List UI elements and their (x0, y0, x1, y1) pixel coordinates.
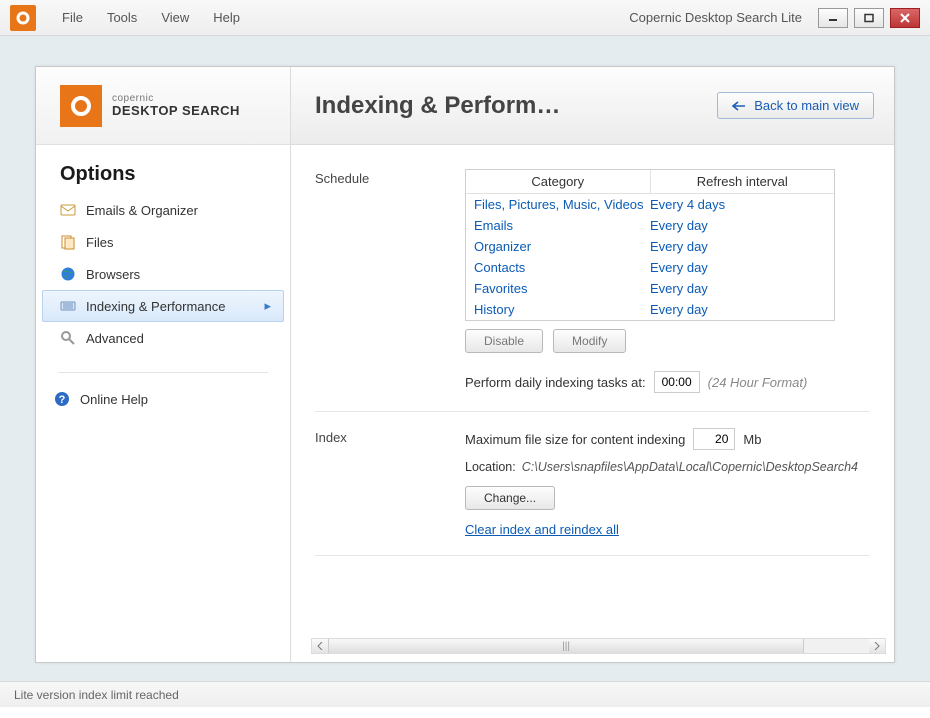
separator (58, 372, 268, 373)
wrench-icon (60, 330, 76, 346)
horizontal-scrollbar[interactable]: ||| (311, 638, 886, 654)
sidebar-item-label: Browsers (86, 267, 140, 282)
max-file-size-unit: Mb (743, 432, 761, 447)
scroll-right-button[interactable] (869, 639, 885, 653)
scroll-left-button[interactable] (312, 639, 328, 653)
back-button-label: Back to main view (754, 98, 859, 113)
content-area: SSnapfiles copernic DESKTOP SEARCH Optio… (0, 36, 930, 681)
schedule-category: History (474, 301, 650, 318)
close-button[interactable] (890, 8, 920, 28)
options-panel: copernic DESKTOP SEARCH Options Emails &… (35, 66, 895, 663)
maximize-button[interactable] (854, 8, 884, 28)
max-file-size-label: Maximum file size for content indexing (465, 432, 685, 447)
back-to-main-button[interactable]: Back to main view (717, 92, 874, 119)
minimize-button[interactable] (818, 8, 848, 28)
nav-list: Emails & Organizer Files Browsers Indexing … (36, 194, 290, 354)
schedule-interval: Every day (650, 238, 826, 255)
sidebar-item-label: Emails & Organizer (86, 203, 198, 218)
daily-time-hint: (24 Hour Format) (708, 375, 808, 390)
location-label: Location: (465, 460, 516, 474)
schedule-row[interactable]: ContactsEvery day (466, 257, 834, 278)
sidebar-item-browsers[interactable]: Browsers (42, 258, 284, 290)
disable-button[interactable]: Disable (465, 329, 543, 353)
back-arrow-icon (732, 101, 746, 111)
scroll-track[interactable]: ||| (328, 639, 869, 653)
schedule-table-header: Category Refresh interval (466, 170, 834, 194)
status-text: Lite version index limit reached (14, 688, 179, 702)
help-icon: ? (54, 391, 70, 407)
options-heading: Options (36, 145, 290, 194)
menu-view[interactable]: View (151, 6, 199, 29)
schedule-category: Organizer (474, 238, 650, 255)
files-icon (60, 234, 76, 250)
schedule-category: Contacts (474, 259, 650, 276)
modify-button[interactable]: Modify (553, 329, 626, 353)
sidebar-item-indexing-performance[interactable]: Indexing & Performance ▸ (42, 290, 284, 322)
sidebar-item-label: Files (86, 235, 113, 250)
schedule-category: Files, Pictures, Music, Videos (474, 196, 650, 213)
change-location-button[interactable]: Change... (465, 486, 555, 510)
schedule-interval: Every day (650, 280, 826, 297)
chevron-right-icon: ▸ (264, 298, 271, 314)
page-title: Indexing & Perform… (315, 92, 697, 120)
menu-tools[interactable]: Tools (97, 6, 147, 29)
index-section: Index Maximum file size for content inde… (315, 428, 870, 556)
schedule-interval: Every day (650, 301, 826, 318)
index-label: Index (315, 428, 435, 537)
schedule-table: Category Refresh interval Files, Picture… (465, 169, 835, 321)
mail-icon (60, 202, 76, 218)
schedule-row[interactable]: HistoryEvery day (466, 299, 834, 320)
logo-area: copernic DESKTOP SEARCH (36, 67, 290, 145)
main-body: Schedule Category Refresh interval Files… (291, 145, 894, 662)
index-icon (60, 298, 76, 314)
schedule-category: Emails (474, 217, 650, 234)
sidebar-item-label: Online Help (80, 392, 148, 407)
sidebar-item-files[interactable]: Files (42, 226, 284, 258)
sidebar-item-label: Advanced (86, 331, 144, 346)
clear-reindex-link[interactable]: Clear index and reindex all (465, 522, 619, 537)
app-logo-icon (10, 5, 36, 31)
scroll-thumb[interactable]: ||| (328, 639, 804, 653)
schedule-row[interactable]: FavoritesEvery day (466, 278, 834, 299)
schedule-section: Schedule Category Refresh interval Files… (315, 169, 870, 412)
schedule-row[interactable]: Files, Pictures, Music, VideosEvery 4 da… (466, 194, 834, 215)
daily-indexing-label: Perform daily indexing tasks at: (465, 375, 646, 390)
schedule-interval: Every 4 days (650, 196, 826, 213)
sidebar-item-emails-organizer[interactable]: Emails & Organizer (42, 194, 284, 226)
sidebar-item-online-help[interactable]: ? Online Help (36, 383, 290, 415)
menu-help[interactable]: Help (203, 6, 250, 29)
sidebar-item-label: Indexing & Performance (86, 299, 225, 314)
schedule-row[interactable]: OrganizerEvery day (466, 236, 834, 257)
col-category: Category (466, 170, 651, 193)
globe-icon (60, 266, 76, 282)
schedule-category: Favorites (474, 280, 650, 297)
location-path: C:\Users\snapfiles\AppData\Local\Coperni… (522, 460, 858, 474)
max-file-size-input[interactable] (693, 428, 735, 450)
status-bar: Lite version index limit reached (0, 681, 930, 707)
main: Indexing & Perform… Back to main view Sc… (291, 67, 894, 662)
top-toolbar: File Tools View Help Copernic Desktop Se… (0, 0, 930, 36)
svg-text:?: ? (59, 394, 66, 406)
app-title: Copernic Desktop Search Lite (629, 10, 802, 25)
schedule-label: Schedule (315, 169, 435, 393)
daily-time-input[interactable] (654, 371, 700, 393)
schedule-interval: Every day (650, 259, 826, 276)
sidebar: copernic DESKTOP SEARCH Options Emails &… (36, 67, 291, 662)
menu-file[interactable]: File (52, 6, 93, 29)
sidebar-item-advanced[interactable]: Advanced (42, 322, 284, 354)
logo-product: DESKTOP SEARCH (112, 104, 240, 117)
main-header: Indexing & Perform… Back to main view (291, 67, 894, 145)
schedule-interval: Every day (650, 217, 826, 234)
col-interval: Refresh interval (651, 170, 835, 193)
schedule-row[interactable]: EmailsEvery day (466, 215, 834, 236)
logo-icon (60, 85, 102, 127)
